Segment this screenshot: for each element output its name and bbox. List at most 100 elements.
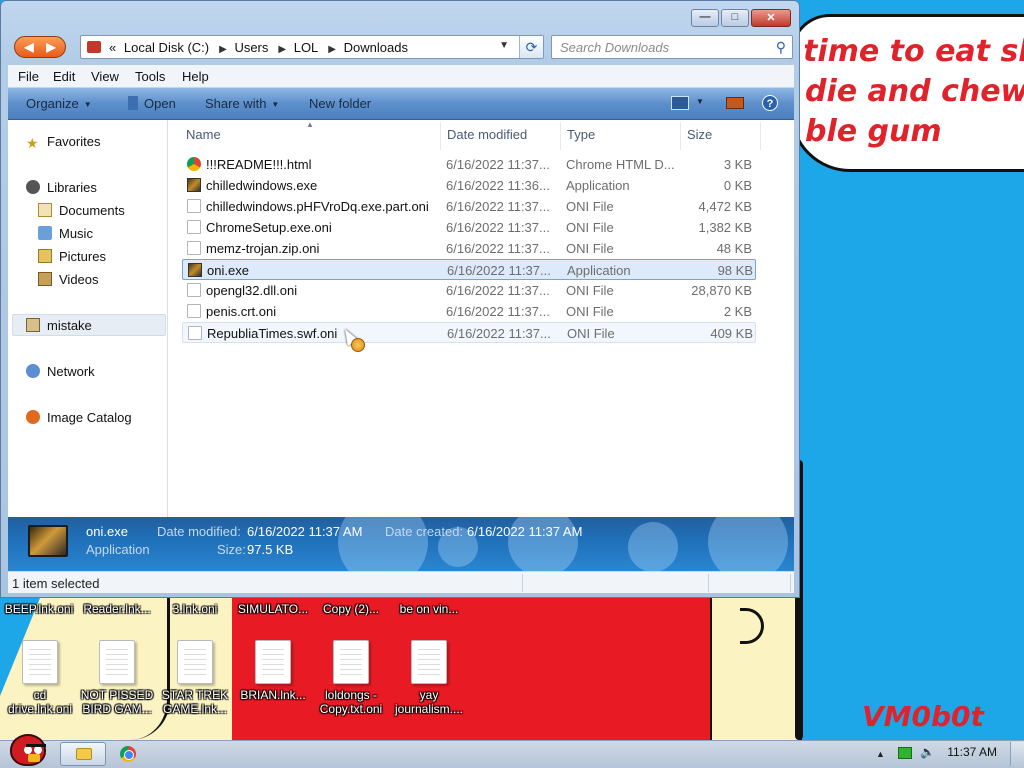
desktop-icon-bird-game[interactable]: NOT PISSED BIRD GAM... bbox=[77, 640, 157, 716]
nav-favorites-label: Favorites bbox=[47, 134, 101, 149]
start-button[interactable] bbox=[4, 732, 52, 768]
share-label: Share with bbox=[205, 96, 267, 111]
file-type: ONI File bbox=[567, 326, 615, 341]
navigation-row: ◀ ▶ « Local Disk (C:) ▶ Users ▶ LOL ▶ Downl… bbox=[9, 35, 793, 59]
search-input[interactable]: Search Downloads ⚲ bbox=[551, 35, 793, 59]
column-divider[interactable] bbox=[760, 122, 761, 150]
tray-expand-icon[interactable]: ▲ bbox=[876, 749, 885, 759]
address-dropdown-icon[interactable]: ▼ bbox=[499, 40, 509, 51]
breadcrumb-arrow-icon[interactable]: ▶ bbox=[219, 44, 227, 55]
breadcrumb-users[interactable]: Users bbox=[234, 40, 268, 55]
nav-documents[interactable]: Documents bbox=[38, 203, 125, 218]
sort-ascending-icon: ▲ bbox=[306, 120, 314, 129]
column-header-name[interactable]: Name bbox=[186, 127, 221, 142]
nav-image-catalog[interactable]: Image Catalog bbox=[26, 410, 132, 425]
forward-button[interactable]: ▶ bbox=[41, 39, 61, 55]
menu-view[interactable]: View bbox=[91, 69, 119, 84]
explorer-window[interactable]: — □ ✕ ◀ ▶ « Local Disk (C:) ▶ Users ▶ LOL ▶… bbox=[0, 0, 800, 598]
organize-button[interactable]: Organize ▼ bbox=[26, 96, 92, 111]
column-divider[interactable] bbox=[680, 122, 681, 150]
file-row[interactable]: opengl32.dll.oni 6/16/2022 11:37... ONI … bbox=[182, 280, 756, 301]
taskbar-explorer-button[interactable] bbox=[60, 742, 106, 766]
close-button[interactable]: ✕ bbox=[751, 9, 791, 27]
breadcrumb-arrow-icon[interactable]: ▶ bbox=[278, 44, 286, 55]
refresh-button[interactable]: ⟳ bbox=[519, 36, 543, 58]
share-with-button[interactable]: Share with ▼ bbox=[205, 96, 279, 111]
chrome-icon bbox=[187, 157, 201, 171]
bird-eye bbox=[34, 746, 42, 754]
search-icon[interactable]: ⚲ bbox=[776, 39, 786, 56]
file-row[interactable]: chilledwindows.pHFVroDq.exe.part.oni 6/1… bbox=[182, 196, 756, 217]
breadcrumb-arrow-icon[interactable]: ▶ bbox=[328, 44, 336, 55]
minimize-button[interactable]: — bbox=[691, 9, 719, 27]
file-type: ONI File bbox=[566, 283, 614, 298]
show-desktop-button[interactable] bbox=[1010, 742, 1024, 766]
file-size: 409 KB bbox=[710, 326, 753, 341]
document-icon bbox=[255, 640, 291, 684]
maximize-button[interactable]: □ bbox=[721, 9, 749, 27]
desktop-icon-label[interactable]: 3.lnk.oni bbox=[156, 602, 234, 616]
column-header-type[interactable]: Type bbox=[567, 127, 595, 142]
breadcrumb-downloads[interactable]: Downloads bbox=[344, 40, 408, 55]
menu-help[interactable]: Help bbox=[182, 69, 209, 84]
file-name: penis.crt.oni bbox=[206, 304, 277, 319]
details-file-name: oni.exe bbox=[86, 524, 128, 539]
view-options-chevron-icon[interactable]: ▼ bbox=[696, 97, 704, 106]
column-divider[interactable] bbox=[560, 122, 561, 150]
breadcrumb-lol[interactable]: LOL bbox=[294, 40, 319, 55]
nav-videos[interactable]: Videos bbox=[38, 272, 99, 287]
desktop-icon-loldongs[interactable]: loldongs - Copy.txt.oni bbox=[311, 640, 391, 716]
nav-music[interactable]: Music bbox=[38, 226, 93, 241]
file-row-hovered[interactable]: RepubliaTimes.swf.oni 6/16/2022 11:37...… bbox=[182, 322, 756, 343]
open-button[interactable]: Open bbox=[128, 96, 176, 111]
menu-file[interactable]: File bbox=[18, 69, 39, 84]
desktop-icon-line1: loldongs - bbox=[324, 688, 378, 702]
desktop-icon-label[interactable]: Copy (2)... bbox=[312, 602, 390, 616]
clock[interactable]: 11:37 AM bbox=[947, 745, 997, 759]
desktop-icon-star-trek[interactable]: STAR TREK GAME.lnk... bbox=[155, 640, 235, 716]
change-view-icon[interactable] bbox=[671, 96, 689, 110]
back-button[interactable]: ◀ bbox=[19, 39, 39, 55]
system-tray: ▲ 🔈 11:37 AM bbox=[854, 740, 1024, 768]
breadcrumb-local-disk[interactable]: Local Disk (C:) bbox=[124, 40, 209, 55]
desktop-icon-label[interactable]: BEEP.lnk.oni bbox=[0, 602, 78, 616]
address-bar[interactable]: « Local Disk (C:) ▶ Users ▶ LOL ▶ Downloads… bbox=[80, 35, 544, 59]
column-divider[interactable] bbox=[440, 122, 441, 150]
volume-icon[interactable]: 🔈 bbox=[920, 745, 935, 759]
file-row[interactable]: chilledwindows.exe 6/16/2022 11:36... Ap… bbox=[182, 175, 756, 196]
file-row[interactable]: penis.crt.oni 6/16/2022 11:37... ONI Fil… bbox=[182, 301, 756, 322]
taskbar-chrome-button[interactable] bbox=[112, 742, 142, 766]
menu-edit[interactable]: Edit bbox=[53, 69, 75, 84]
file-row-selected[interactable]: oni.exe 6/16/2022 11:37... Application 9… bbox=[182, 259, 756, 280]
open-label: Open bbox=[144, 96, 176, 111]
new-folder-button[interactable]: New folder bbox=[309, 96, 371, 111]
nav-libraries[interactable]: Libraries bbox=[26, 180, 97, 195]
menu-tools[interactable]: Tools bbox=[135, 69, 165, 84]
file-row[interactable]: memz-trojan.zip.oni 6/16/2022 11:37... O… bbox=[182, 238, 756, 259]
desktop-icon-cd-drive[interactable]: cd drive.lnk.oni bbox=[0, 640, 80, 716]
desktop-icon-label[interactable]: SIMULATO... bbox=[234, 602, 312, 616]
nav-pictures[interactable]: Pictures bbox=[38, 249, 106, 264]
nav-network[interactable]: Network bbox=[26, 364, 95, 379]
file-row[interactable]: !!!README!!!.html 6/16/2022 11:37... Chr… bbox=[182, 154, 756, 175]
nav-user-mistake[interactable]: mistake bbox=[26, 318, 92, 333]
file-type: Application bbox=[567, 263, 631, 278]
file-row[interactable]: ChromeSetup.exe.oni 6/16/2022 11:37... O… bbox=[182, 217, 756, 238]
desktop-icon-brian[interactable]: BRIAN.lnk... bbox=[233, 640, 313, 702]
network-status-icon[interactable] bbox=[898, 747, 912, 759]
details-created-value: 6/16/2022 11:37 AM bbox=[467, 524, 583, 539]
breadcrumb-overflow[interactable]: « bbox=[109, 40, 116, 55]
network-icon bbox=[26, 364, 40, 378]
column-header-size[interactable]: Size bbox=[687, 127, 712, 142]
desktop-icon-label[interactable]: be on vin... bbox=[390, 602, 468, 616]
desktop-icon-yay-journalism[interactable]: yay journalism.... bbox=[389, 640, 469, 716]
nav-favorites[interactable]: ★ Favorites bbox=[26, 134, 101, 151]
file-type: ONI File bbox=[566, 304, 614, 319]
preview-pane-icon[interactable] bbox=[726, 97, 744, 109]
help-icon[interactable]: ? bbox=[762, 95, 778, 111]
column-header-date[interactable]: Date modified bbox=[447, 127, 527, 142]
document-icon bbox=[333, 640, 369, 684]
user-folder-icon bbox=[26, 318, 40, 332]
desktop-icon-line2: journalism.... bbox=[394, 702, 464, 716]
desktop-icon-label[interactable]: Reader.lnk... bbox=[78, 602, 156, 616]
